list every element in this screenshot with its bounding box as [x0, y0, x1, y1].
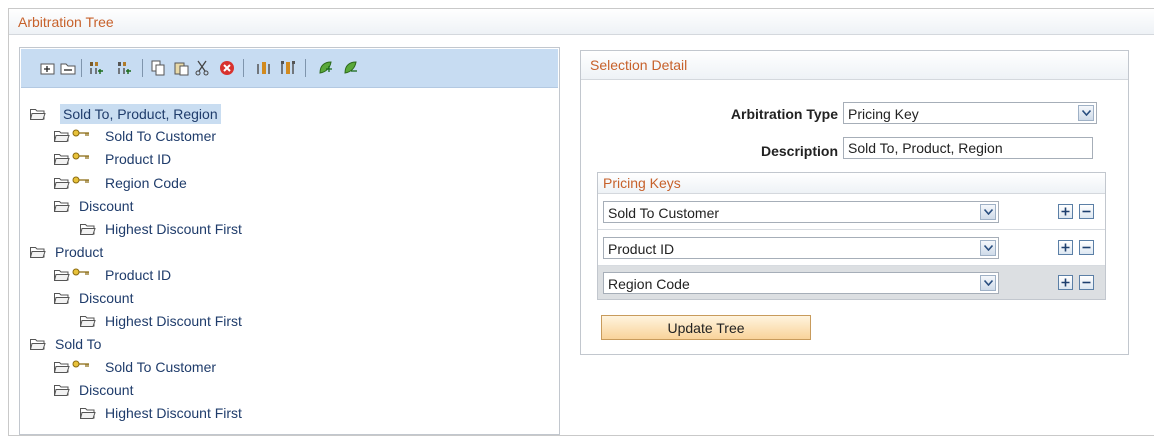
selection-detail-header: Selection Detail — [581, 51, 1128, 80]
folder-open-icon — [54, 201, 70, 212]
collapse-icon[interactable] — [342, 60, 358, 76]
insert-child-icon[interactable] — [40, 60, 56, 76]
folder-open-icon — [54, 154, 70, 165]
folder-open-icon — [80, 224, 96, 235]
pricing-key-select[interactable]: Sold To Customer — [603, 201, 999, 223]
folder-open-icon — [54, 293, 70, 304]
arbitration-type-select[interactable]: Pricing Key — [843, 102, 1097, 124]
pricing-key-row: Product ID — [598, 230, 1105, 266]
folder-open-icon — [80, 316, 96, 327]
delete-row-button[interactable] — [1079, 275, 1094, 290]
delete-row-button[interactable] — [1079, 240, 1094, 255]
tree-panel: Sold To, Product, Region Sold To Custome… — [19, 47, 560, 435]
key-icon — [72, 176, 89, 184]
folder-open-icon — [54, 270, 70, 281]
pricing-key-row: Region Code — [598, 266, 1105, 299]
key-icon — [72, 129, 89, 137]
add-row-button[interactable] — [1058, 240, 1073, 255]
promote-icon[interactable] — [256, 60, 272, 76]
folder-open-icon — [30, 109, 46, 120]
frame-title: Arbitration Tree — [18, 14, 114, 30]
chevron-down-icon[interactable] — [980, 204, 996, 220]
add-row-button[interactable] — [1058, 204, 1073, 219]
move-down-icon[interactable] — [116, 60, 132, 76]
frame-header: Arbitration Tree — [9, 9, 1154, 35]
demote-icon[interactable] — [280, 60, 296, 76]
copy-icon[interactable] — [150, 60, 166, 76]
chevron-down-icon[interactable] — [980, 240, 996, 256]
key-icon — [72, 152, 89, 160]
update-tree-button[interactable]: Update Tree — [601, 315, 811, 340]
insert-sibling-icon[interactable] — [60, 60, 76, 76]
cut-icon[interactable] — [194, 60, 210, 76]
folder-open-icon — [30, 247, 46, 258]
pricing-key-select[interactable]: Product ID — [603, 237, 999, 259]
folder-open-icon — [30, 339, 46, 350]
key-icon — [72, 360, 89, 368]
pricing-key-select[interactable]: Region Code — [603, 272, 999, 294]
tree-toolbar — [21, 49, 558, 88]
pricing-keys-title: Pricing Keys — [603, 175, 681, 191]
pricing-key-row: Sold To Customer — [598, 194, 1105, 230]
key-icon — [72, 268, 89, 276]
chevron-down-icon[interactable] — [1078, 105, 1094, 121]
pricing-keys-grid: Pricing Keys Sold To Customer Product ID… — [597, 172, 1106, 300]
arbitration-type-label: Arbitration Type — [730, 106, 838, 122]
add-row-button[interactable] — [1058, 275, 1073, 290]
expand-icon[interactable] — [317, 60, 333, 76]
folder-open-icon — [54, 385, 70, 396]
chevron-down-icon[interactable] — [980, 275, 996, 291]
description-input[interactable] — [843, 137, 1093, 159]
move-up-icon[interactable] — [88, 60, 104, 76]
delete-row-button[interactable] — [1079, 204, 1094, 219]
selection-detail-title: Selection Detail — [590, 57, 688, 73]
folder-open-icon — [54, 131, 70, 142]
folder-open-icon — [80, 408, 96, 419]
delete-icon[interactable] — [219, 60, 235, 76]
description-label: Description — [760, 143, 838, 159]
folder-open-icon — [54, 362, 70, 373]
folder-open-icon — [54, 178, 70, 189]
paste-icon[interactable] — [173, 60, 189, 76]
pricing-keys-header: Pricing Keys — [598, 173, 1105, 194]
